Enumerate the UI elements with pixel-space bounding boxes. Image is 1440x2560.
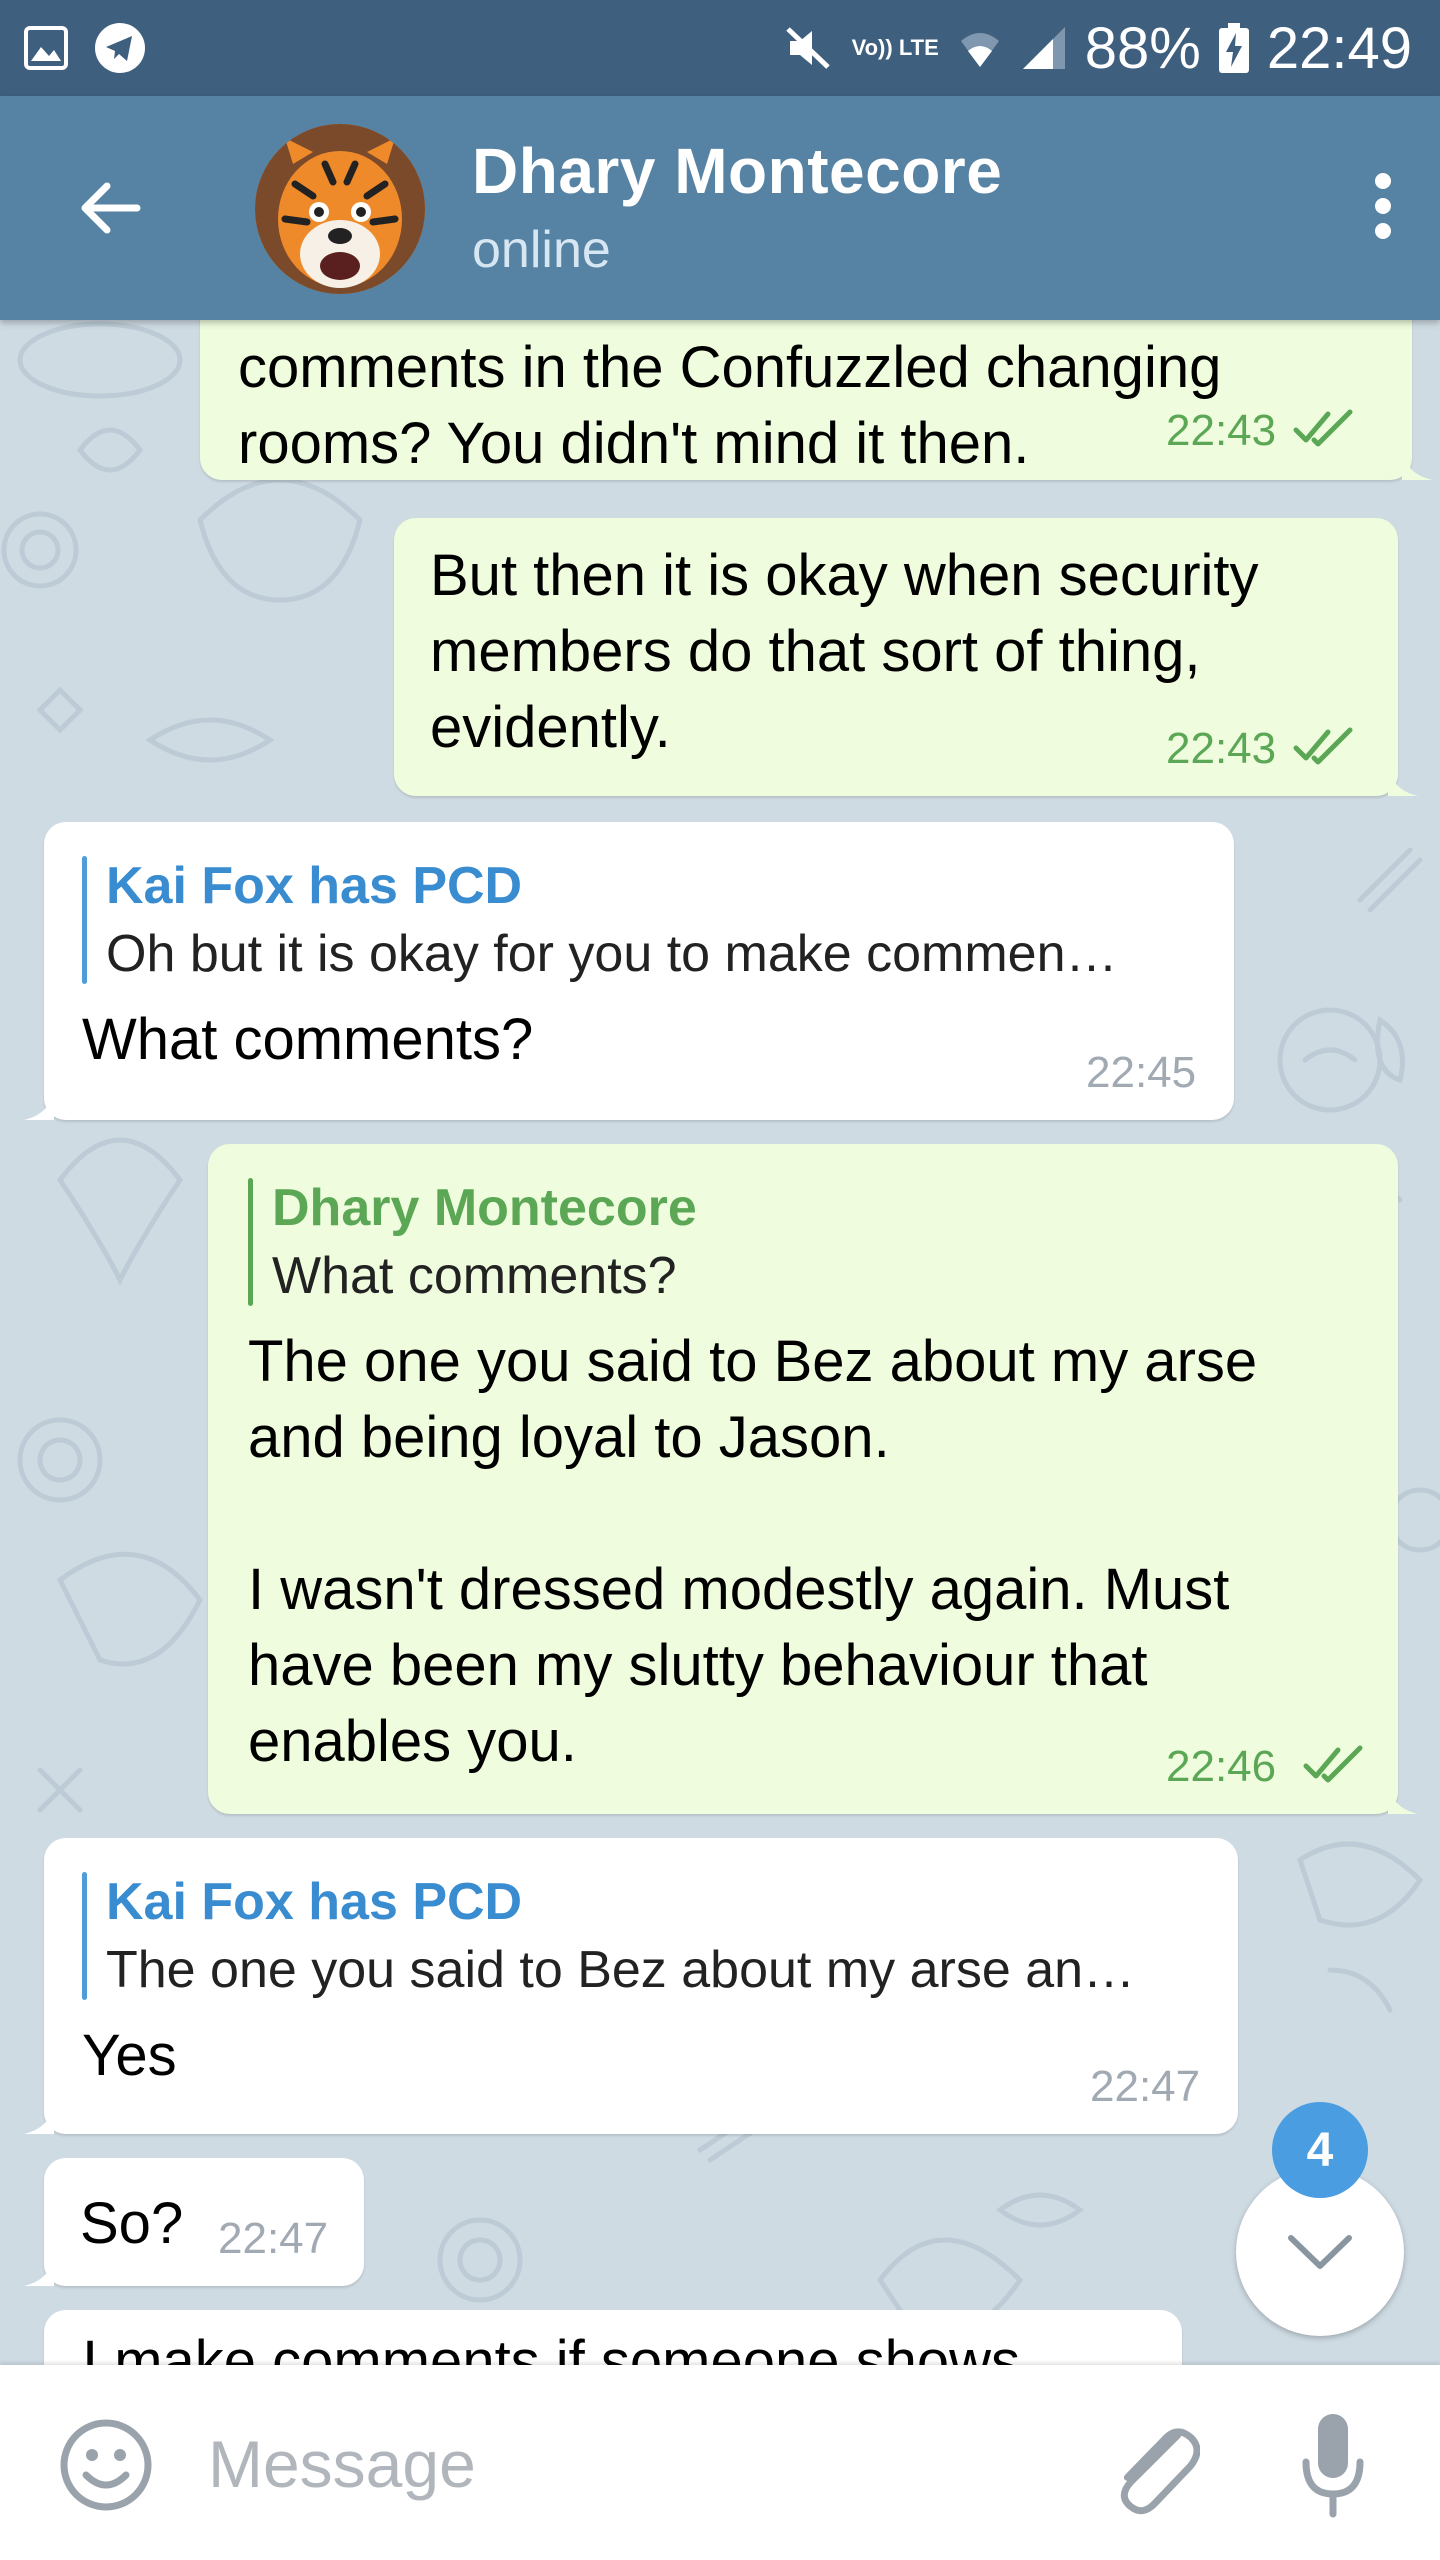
bubble-tail [1402,450,1432,480]
message-outgoing[interactable]: But then it is okay when security member… [394,518,1418,796]
read-checkmarks-icon [1293,727,1353,765]
message-incoming[interactable]: Kai Fox has PCD The one you said to Bez … [24,1838,1238,2134]
microphone-icon [1302,2414,1364,2518]
bubble-tail [1388,1784,1418,1814]
contact-name[interactable]: Dhary Montecore [472,134,1002,208]
message-text: Yes [82,2023,177,2088]
message-input-bar [0,2365,1440,2560]
message-text: What comments? [82,1007,534,1072]
mute-icon [784,23,834,73]
message-time: 22:43 [1166,724,1277,773]
message-text: I make comments if someone shows [82,2329,1021,2365]
chevron-down-icon [1288,2235,1352,2269]
contact-status: online [472,221,611,279]
arrow-left-icon [81,182,141,234]
message-list[interactable]: comments in the Confuzzled changing room… [0,320,1440,2365]
message-incoming[interactable]: I make comments if someone shows [44,2310,1182,2365]
smiley-icon [60,2419,152,2511]
avatar[interactable] [255,124,425,294]
clock: 22:49 [1266,15,1412,81]
status-bar: Vo)) LTE 88% 22:49 [0,0,1440,96]
message-incoming[interactable]: So? 22:47 [24,2158,364,2286]
bubble-tail [1388,766,1418,796]
reply-author: Dhary Montecore [272,1179,697,1237]
reply-text: Oh but it is okay for you to make commen… [106,925,1118,983]
bubble-tail [24,2256,54,2286]
chat-header: Dhary Montecore online [0,96,1440,320]
gallery-icon [20,22,72,74]
network-type: Vo)) LTE [851,35,939,60]
bubble-tail [24,1090,54,1120]
microphone-button[interactable] [1288,2403,1378,2527]
telegram-icon [94,22,146,74]
attach-button[interactable] [1100,2405,1210,2525]
message-text: The one you said to Bez about my arse an… [248,1329,1258,1774]
paperclip-icon [1120,2428,1200,2515]
read-checkmarks-icon [1293,409,1353,447]
message-outgoing[interactable]: comments in the Confuzzled changing room… [200,320,1432,480]
emoji-button[interactable] [56,2415,156,2515]
more-options-button[interactable] [1348,156,1418,256]
reply-quote[interactable]: Dhary Montecore What comments? [248,1174,1368,1310]
reply-author: Kai Fox has PCD [106,857,523,915]
reply-text: The one you said to Bez about my arse an… [106,1941,1136,1999]
message-time: 22:46 [1166,1742,1277,1791]
message-time: 22:47 [1090,2062,1201,2111]
message-time: 22:47 [218,2214,329,2263]
reply-quote[interactable]: Kai Fox has PCD The one you said to Bez … [82,1868,1208,2004]
signal-icon [1021,25,1067,71]
more-vertical-icon [1375,173,1391,239]
message-time: 22:45 [1086,1048,1197,1097]
battery-charging-icon [1218,23,1249,73]
bubble-tail [24,2104,54,2134]
tiger-avatar-icon [255,124,425,294]
reply-text: What comments? [272,1247,677,1305]
wifi-icon [957,25,1003,71]
reply-author: Kai Fox has PCD [106,1873,523,1931]
message-incoming[interactable]: Kai Fox has PCD Oh but it is okay for yo… [24,822,1234,1120]
battery-percent: 88% [1084,15,1201,81]
read-checkmarks-icon [1303,1745,1363,1783]
unread-count-badge: 4 [1272,2102,1368,2198]
message-outgoing[interactable]: Dhary Montecore What comments? The one y… [208,1144,1418,1814]
reply-quote[interactable]: Kai Fox has PCD Oh but it is okay for yo… [82,852,1204,988]
message-input[interactable] [206,2413,1070,2515]
back-button[interactable] [60,168,160,248]
message-time: 22:43 [1166,406,1277,455]
